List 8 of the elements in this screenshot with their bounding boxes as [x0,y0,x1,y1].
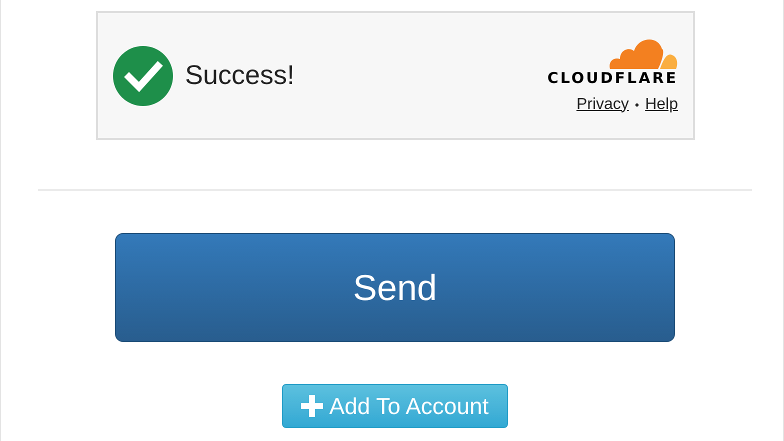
send-button[interactable]: Send [115,233,675,342]
separator-dot: • [634,96,640,114]
brand-text: CLOUDFLARE [547,70,678,86]
help-link[interactable]: Help [645,92,678,116]
privacy-link[interactable]: Privacy [576,92,629,116]
checkmark-icon [113,46,173,106]
plus-icon [301,395,324,417]
status-text: Success! [185,59,295,92]
